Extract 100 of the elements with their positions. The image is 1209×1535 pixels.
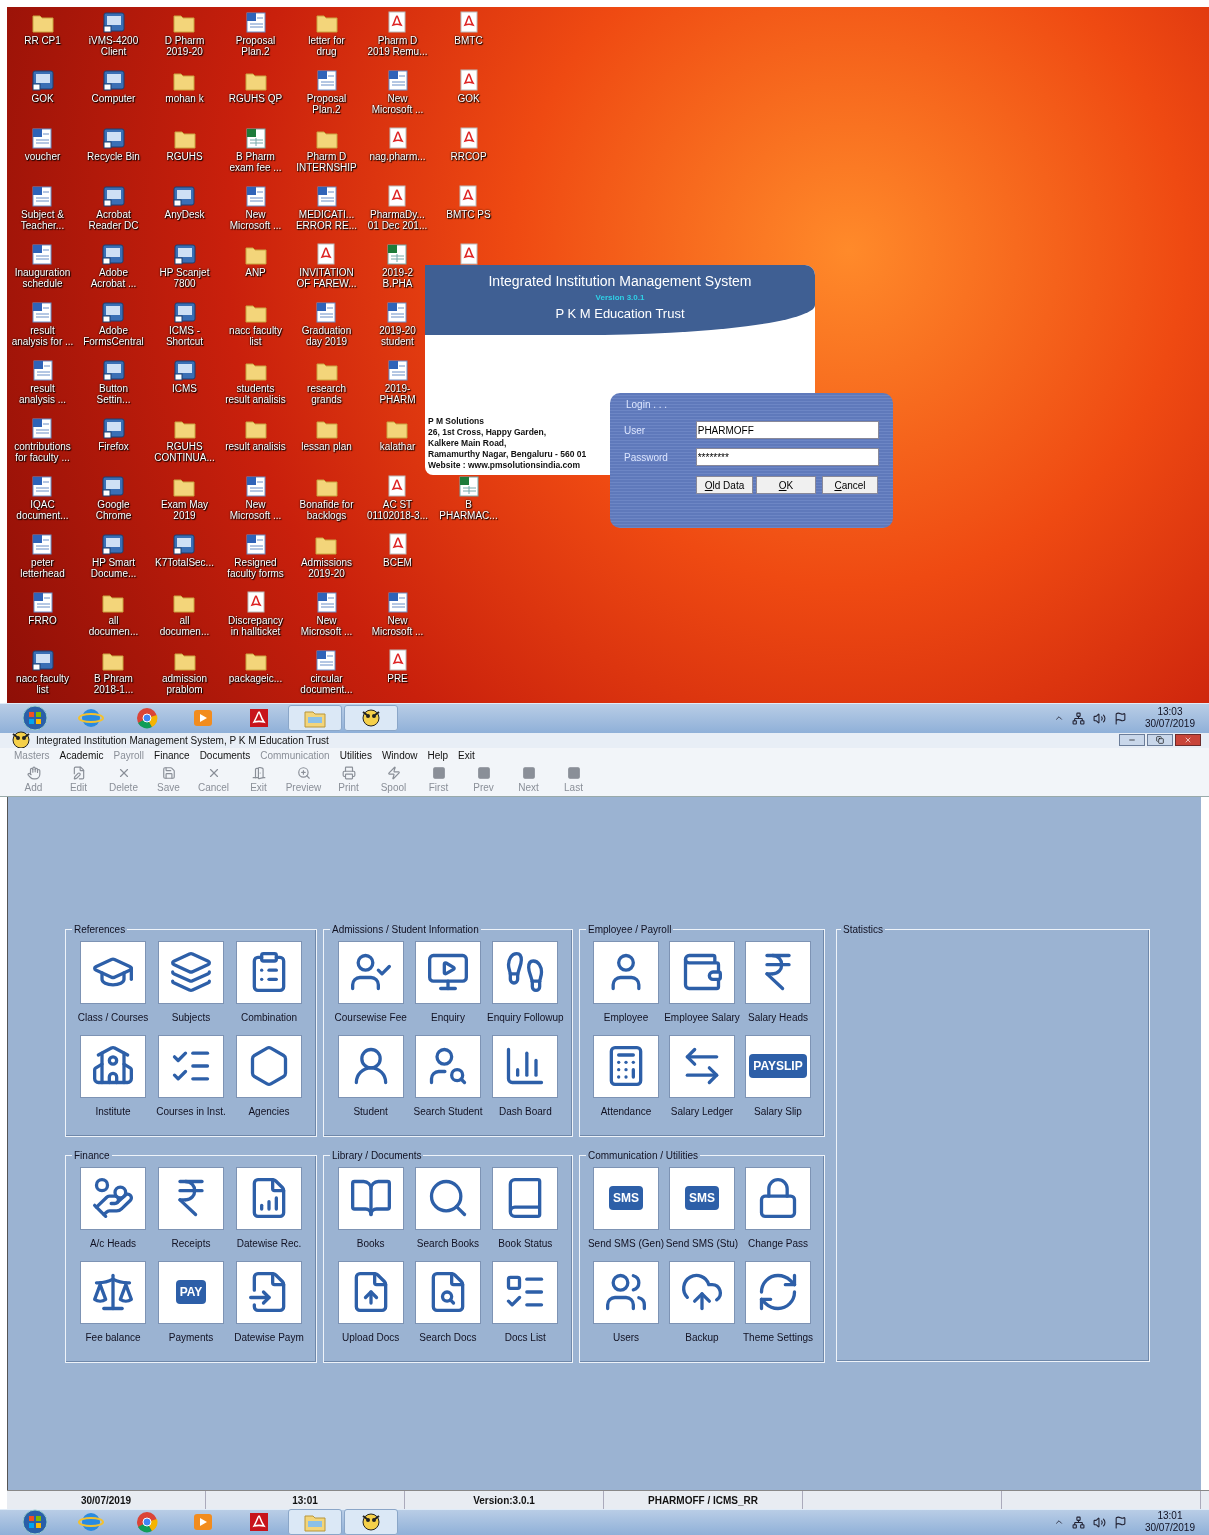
desktop-shortcut[interactable]: all documen... <box>88 589 139 637</box>
desktop-shortcut[interactable]: 2019-20 student <box>379 299 416 347</box>
menu-item[interactable]: Help <box>427 748 449 764</box>
desktop-shortcut[interactable]: nacc faculty list <box>16 647 69 695</box>
desktop-shortcut[interactable]: RGUHS QP <box>228 67 283 104</box>
desktop-shortcut[interactable]: Acrobat Reader DC <box>88 183 139 231</box>
desktop-shortcut[interactable]: BMTC <box>454 9 483 46</box>
module-tile-button[interactable]: PAYSLIP <box>745 1034 811 1098</box>
desktop-shortcut[interactable]: Proposal Plan.2 <box>235 9 276 57</box>
shortcut-label: kalathar <box>379 441 416 452</box>
desktop-shortcut[interactable]: ICMS <box>171 357 198 394</box>
menu-item[interactable]: Documents <box>199 748 251 764</box>
module-tile-button[interactable]: PAY <box>158 1260 224 1324</box>
module-tile-button[interactable]: SMS <box>669 1166 735 1230</box>
menu-item[interactable]: Exit <box>458 748 475 764</box>
desktop-shortcut[interactable]: result analysis for ... <box>11 299 74 347</box>
desktop-shortcut[interactable]: students result analisis <box>225 357 286 405</box>
desktop-shortcut[interactable]: RGUHS CONTINUA... <box>154 415 215 463</box>
desktop-shortcut[interactable]: mohan k <box>165 67 204 104</box>
desktop-shortcut[interactable]: ICMS - Shortcut <box>165 299 204 347</box>
menu-item[interactable]: Utilities <box>339 748 372 764</box>
password-field[interactable]: ******** <box>695 448 879 466</box>
desktop-shortcut[interactable]: research grands <box>307 357 346 405</box>
desktop-shortcut[interactable]: HP Smart Docume... <box>90 531 137 579</box>
desktop-shortcut[interactable]: Admissions 2019-20 <box>300 531 353 579</box>
desktop-shortcut[interactable]: FRRO <box>28 589 57 626</box>
desktop-shortcut[interactable]: Button Settin... <box>96 357 131 405</box>
desktop-shortcut[interactable]: all documen... <box>159 589 210 637</box>
desktop-shortcut[interactable]: B PHARMAC... <box>439 473 498 521</box>
desktop-shortcut[interactable]: INVITATION OF FAREW... <box>296 241 357 289</box>
menu-item[interactable]: Finance <box>154 748 190 764</box>
desktop-shortcut[interactable]: Adobe FormsCentral <box>83 299 144 347</box>
menu-item[interactable]: Academic <box>59 748 104 764</box>
desktop-shortcut[interactable]: Exam May 2019 <box>160 473 209 521</box>
module-tile-button[interactable]: SMS <box>593 1166 659 1230</box>
shortcut-label: ICMS - Shortcut <box>165 325 204 347</box>
desktop-shortcut[interactable]: voucher <box>24 125 61 162</box>
desktop-shortcut[interactable]: result analysis ... <box>18 357 67 405</box>
desktop-shortcut[interactable]: AnyDesk <box>164 183 205 220</box>
desktop-shortcut[interactable]: circular document... <box>300 647 353 695</box>
desktop-shortcut[interactable]: BCEM <box>383 531 412 568</box>
desktop-shortcut[interactable]: HP Scanjet 7800 <box>159 241 210 289</box>
desktop-shortcut[interactable]: Proposal Plan.2 <box>306 67 347 115</box>
desktop-shortcut[interactable]: result analisis <box>225 415 286 452</box>
desktop-shortcut[interactable]: GOK <box>455 67 482 104</box>
desktop-shortcut[interactable]: iVMS-4200 Client <box>88 9 139 57</box>
dialog-button[interactable]: OK <box>756 476 816 494</box>
user-field[interactable]: PHARMOFF <box>695 421 879 439</box>
desktop-shortcut[interactable]: PharmaDy... 01 Dec 201... <box>367 183 428 231</box>
desktop-shortcut[interactable]: Inauguration schedule <box>14 241 71 289</box>
desktop-shortcut[interactable]: AC ST 01102018-3... <box>367 473 428 521</box>
desktop-shortcut[interactable]: MEDICATI... ERROR RE... <box>295 183 358 231</box>
desktop-shortcut[interactable]: 2019- PHARM <box>379 357 416 405</box>
shortcut-label: packageic... <box>228 673 283 684</box>
desktop-shortcut[interactable]: contributions for faculty ... <box>14 415 71 463</box>
dialog-button[interactable]: Cancel <box>822 476 878 494</box>
desktop-shortcut[interactable]: B Phram 2018-1... <box>93 647 134 695</box>
desktop-shortcut[interactable]: New Microsoft ... <box>371 589 424 637</box>
shortcut-label: contributions for faculty ... <box>14 441 71 463</box>
desktop-shortcut[interactable]: ANP <box>242 241 269 278</box>
desktop-shortcut[interactable]: Pharm D 2019 Remu... <box>367 9 428 57</box>
shortcut-label: New Microsoft ... <box>229 209 282 231</box>
desktop-shortcut[interactable]: New Microsoft ... <box>371 67 424 115</box>
desktop-shortcut[interactable]: Adobe Acrobat ... <box>90 241 137 289</box>
desktop-shortcut[interactable]: admission prablom <box>162 647 207 695</box>
desktop-shortcut[interactable]: New Microsoft ... <box>300 589 353 637</box>
desktop-shortcut[interactable]: 2019-2 B.PHA <box>381 241 414 289</box>
desktop-shortcut[interactable]: RR CP1 <box>24 9 61 46</box>
desktop-shortcut[interactable]: Google Chrome <box>95 473 132 521</box>
desktop-shortcut[interactable]: GOK <box>29 67 56 104</box>
desktop-shortcut[interactable]: Subject & Teacher... <box>20 183 65 231</box>
desktop-shortcut[interactable]: New Microsoft ... <box>229 183 282 231</box>
desktop-shortcut[interactable]: Pharm D INTERNSHIP <box>296 125 357 173</box>
desktop-shortcut[interactable]: Bonafide for backlogs <box>299 473 354 521</box>
desktop-shortcut[interactable]: RRCOP <box>450 125 487 162</box>
desktop-shortcut[interactable]: B Pharm exam fee ... <box>229 125 282 173</box>
desktop-shortcut[interactable]: nag.pharm... <box>369 125 426 162</box>
desktop-shortcut[interactable]: BMTC PS <box>446 183 491 220</box>
desktop-shortcut[interactable]: New Microsoft ... <box>229 473 282 521</box>
desktop-shortcut[interactable]: IQAC document... <box>16 473 69 521</box>
shortcut-label: Adobe FormsCentral <box>83 325 144 347</box>
dialog-button[interactable]: Old Data <box>696 476 753 494</box>
desktop-shortcut[interactable]: lessan plan <box>301 415 352 452</box>
desktop-shortcut[interactable]: Graduation day 2019 <box>301 299 352 347</box>
desktop-shortcut[interactable]: K7TotalSec... <box>155 531 214 568</box>
desktop-shortcut[interactable]: letter for drug <box>308 9 345 57</box>
desktop-shortcut[interactable]: Resigned faculty forms <box>227 531 284 579</box>
desktop-shortcut[interactable]: PRE <box>384 647 411 684</box>
shortcut-label: Computer <box>91 93 136 104</box>
desktop-shortcut[interactable]: Computer <box>91 67 136 104</box>
desktop-shortcut[interactable]: RGUHS <box>166 125 203 162</box>
desktop-shortcut[interactable]: Firefox <box>98 415 129 452</box>
desktop-shortcut[interactable]: nacc faculty list <box>229 299 282 347</box>
menu-item[interactable]: Window <box>381 748 418 764</box>
desktop-shortcut[interactable]: packageic... <box>228 647 283 684</box>
desktop-shortcut[interactable]: Discrepancy in hallticket <box>228 589 283 637</box>
desktop-shortcut[interactable]: D Pharm 2019-20 <box>164 9 205 57</box>
desktop-shortcut[interactable]: kalathar <box>379 415 416 452</box>
desktop-shortcut[interactable]: peter letterhead <box>20 531 65 579</box>
desktop-shortcut[interactable]: Recycle Bin <box>87 125 140 162</box>
